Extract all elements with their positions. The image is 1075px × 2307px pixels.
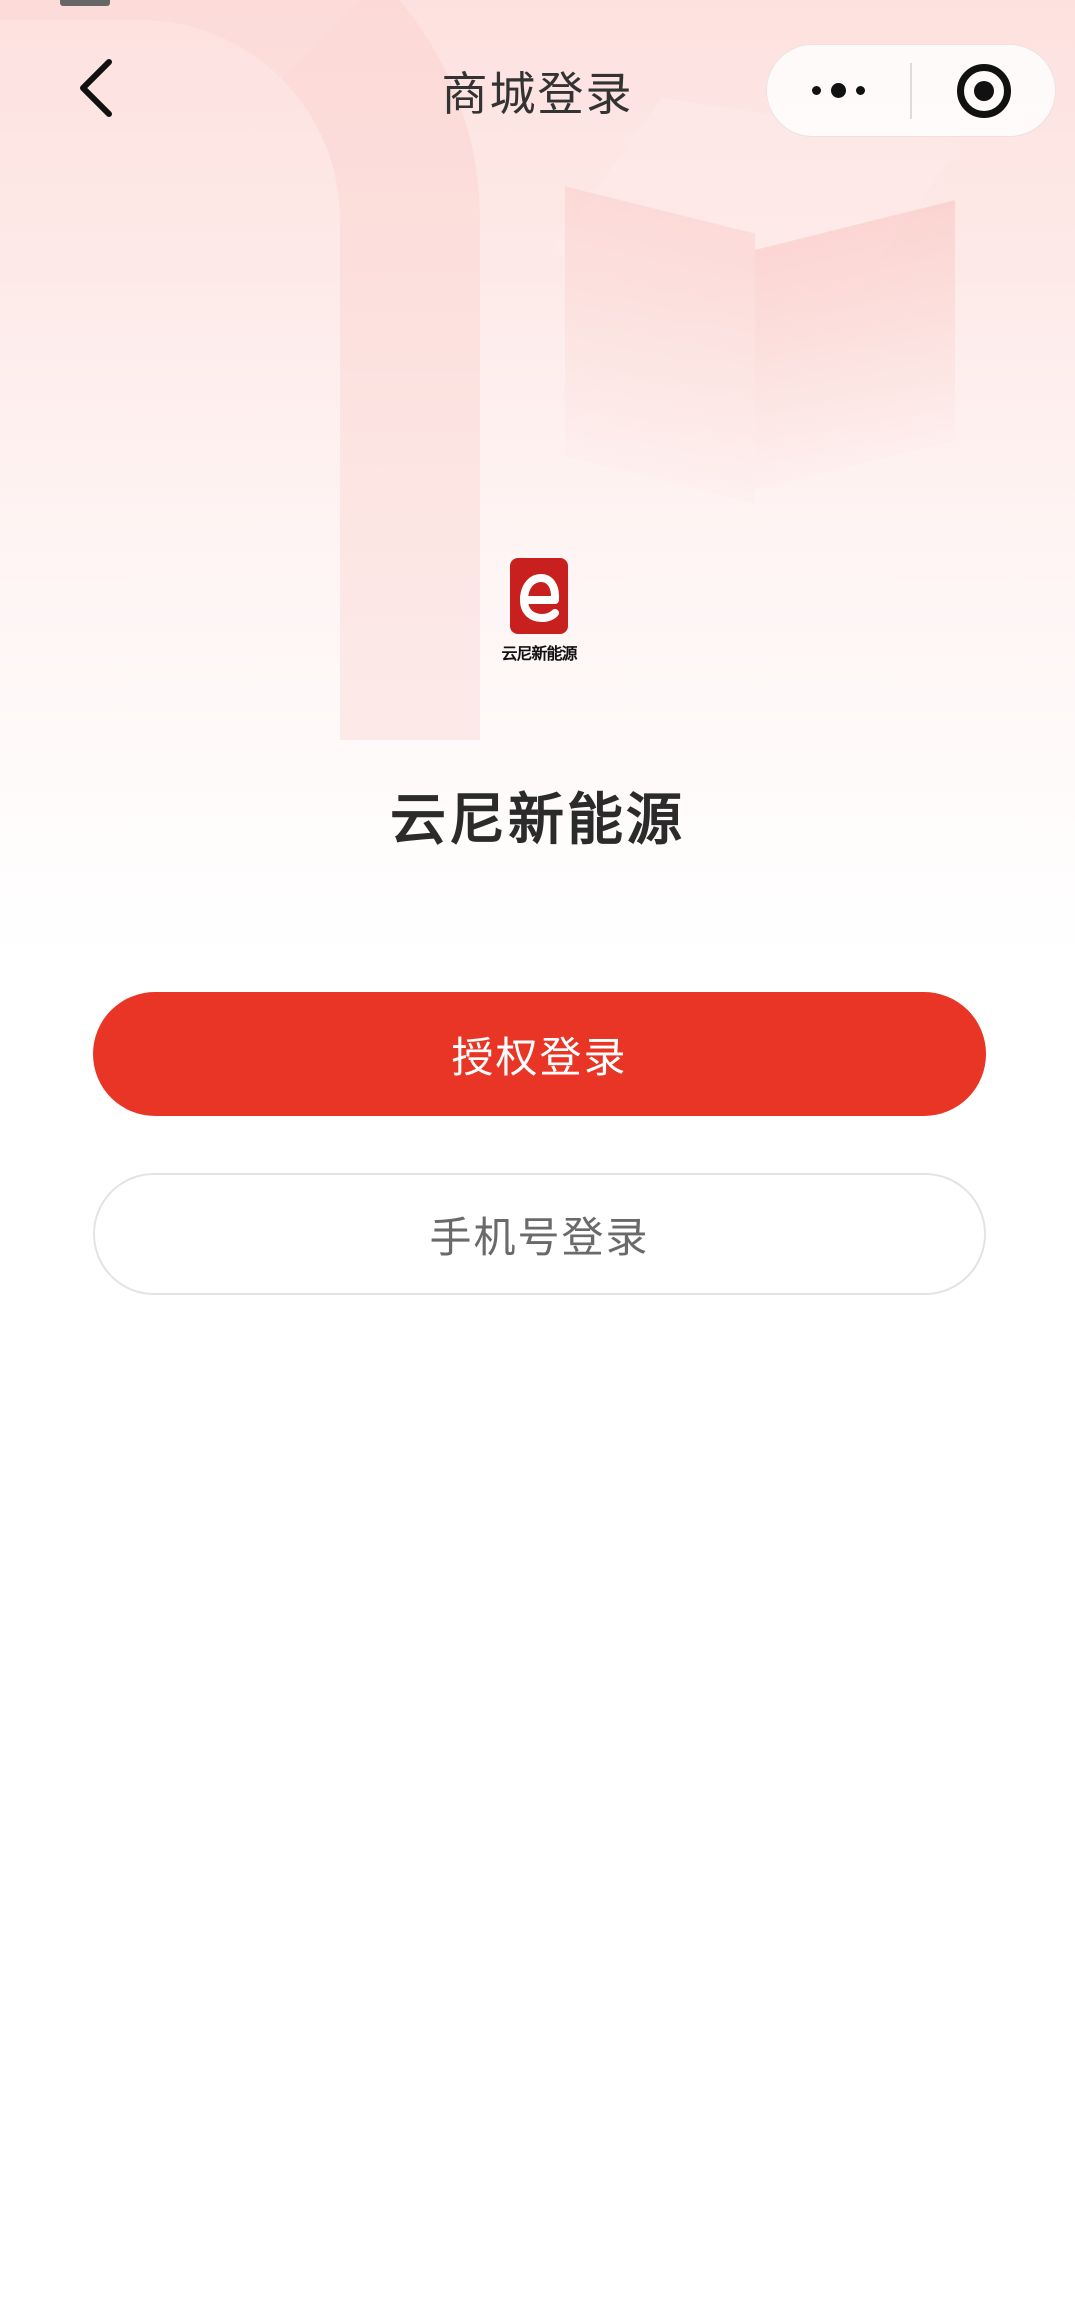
e-logo-icon bbox=[510, 558, 568, 634]
navigation-bar: 商城登录 bbox=[0, 0, 1075, 180]
authorize-login-button[interactable]: 授权登录 bbox=[93, 992, 986, 1116]
brand-name: 云尼新能源 bbox=[390, 788, 685, 853]
close-button[interactable] bbox=[912, 45, 1055, 136]
mini-program-capsule bbox=[766, 44, 1056, 137]
more-button[interactable] bbox=[767, 45, 910, 136]
authorize-login-label: 授权登录 bbox=[451, 1032, 628, 1082]
logo-caption: 云尼新能源 bbox=[501, 644, 577, 663]
back-button[interactable] bbox=[62, 48, 132, 128]
status-bar-fragment bbox=[60, 0, 110, 6]
decorative-cube-right-face bbox=[755, 200, 955, 490]
phone-login-label: 手机号登录 bbox=[429, 1212, 650, 1262]
more-dots-icon bbox=[812, 83, 865, 98]
phone-login-button[interactable]: 手机号登录 bbox=[93, 1173, 986, 1295]
target-circle-icon bbox=[956, 63, 1011, 118]
decorative-cube-left-face bbox=[565, 186, 755, 504]
brand-logo: 云尼新能源 bbox=[498, 556, 580, 674]
chevron-left-icon bbox=[80, 59, 112, 117]
